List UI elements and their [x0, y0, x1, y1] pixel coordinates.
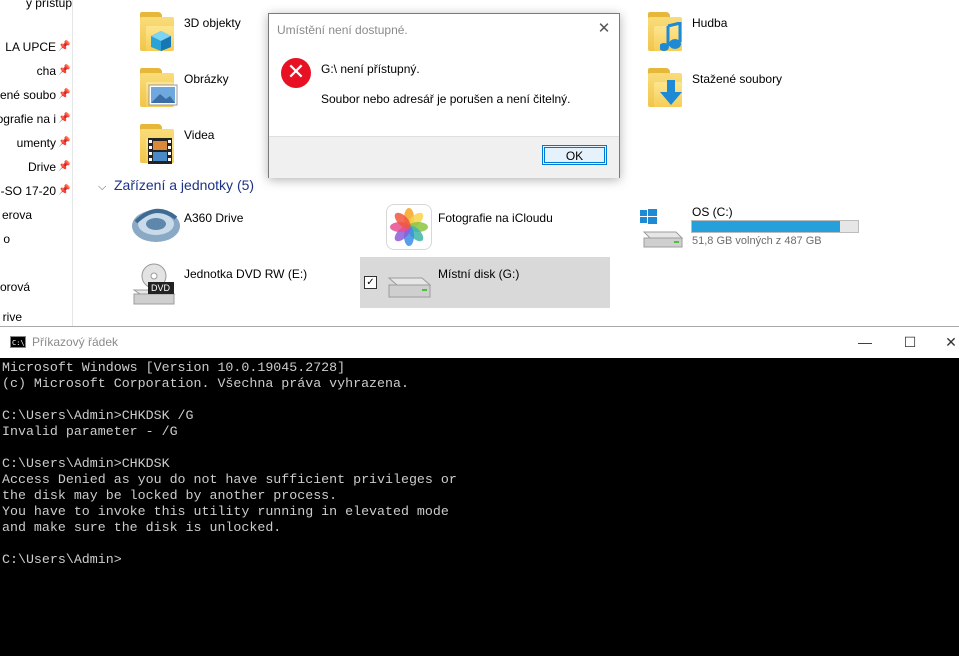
nav-item-label: -SO 17-20 — [0, 184, 56, 198]
nav-item[interactable]: orová — [0, 278, 72, 298]
nav-item-label: ografie na i — [0, 112, 56, 126]
dialog-titlebar[interactable]: Umístění není dostupné. ✕ — [269, 14, 619, 46]
dialog-message-detail: Soubor nebo adresář je porušen a není či… — [321, 92, 571, 106]
maximize-button[interactable]: ☐ — [887, 327, 933, 358]
section-title: Zařízení a jednotky (5) — [114, 177, 255, 193]
selection-checkbox[interactable]: ✓ — [364, 276, 377, 289]
close-button[interactable]: ✕ — [928, 327, 959, 358]
chevron-down-icon: ⌵ — [98, 181, 107, 193]
device-label: Jednotka DVD RW (E:) — [184, 267, 308, 281]
downloads-folder-icon — [646, 68, 690, 108]
icloud-photos-icon — [386, 204, 432, 250]
nav-item-label: o — [3, 232, 10, 246]
3d-objects-folder-icon — [138, 12, 182, 52]
console-output[interactable]: Microsoft Windows [Version 10.0.19045.27… — [2, 360, 957, 654]
dvd-badge: DVD — [151, 283, 171, 293]
drive-usage-fill — [692, 221, 841, 232]
nav-item-label: LA UPCE — [5, 40, 56, 54]
nav-item-label: umenty — [16, 136, 56, 150]
ok-button[interactable]: OK — [542, 145, 607, 165]
local-disk-icon — [387, 277, 432, 298]
device-label: Místní disk (G:) — [438, 267, 520, 281]
nav-item[interactable]: ené soubo 📌 — [0, 86, 72, 106]
console-line: (c) Microsoft Corporation. Všechna práva… — [2, 376, 409, 391]
pin-icon: 📌 — [58, 161, 71, 172]
console-line: You have to invoke this utility running … — [2, 504, 449, 519]
pin-icon: 📌 — [58, 185, 71, 196]
folder-label: Obrázky — [184, 72, 229, 86]
nav-item[interactable]: Drive 📌 — [0, 158, 72, 178]
nav-item-label: erova — [1, 208, 32, 222]
nav-item-label: Drive — [27, 160, 56, 174]
console-line: Access Denied as you do not have suffici… — [2, 472, 457, 487]
console-line: Microsoft Windows [Version 10.0.19045.27… — [2, 360, 346, 375]
nav-item[interactable]: rive — [0, 308, 72, 326]
console-line: C:\Users\Admin>CHKDSK /G — [2, 408, 194, 423]
nav-item[interactable]: erova — [0, 206, 72, 226]
cmd-titlebar[interactable]: C:\ Příkazový řádek — ☐ ✕ — [0, 327, 959, 358]
videos-folder-icon — [138, 124, 182, 164]
nav-item-label: y přístup — [25, 0, 72, 10]
command-prompt-icon: C:\ — [10, 336, 26, 348]
console-line: C:\Users\Admin>CHKDSK — [2, 456, 170, 471]
nav-item[interactable]: -SO 17-20 📌 — [0, 182, 72, 202]
pin-icon: 📌 — [58, 89, 71, 100]
windows-drive-icon — [640, 209, 684, 248]
close-icon[interactable]: ✕ — [595, 20, 613, 38]
error-dialog: Umístění není dostupné. ✕ ✕ G:\ není pří… — [268, 13, 620, 178]
folder-label: Stažené soubory — [692, 72, 783, 86]
nav-item-label: cha — [36, 64, 56, 78]
console-line: Invalid parameter - /G — [2, 424, 178, 439]
minimize-button[interactable]: — — [842, 327, 888, 358]
dialog-message-main: G:\ není přístupný. — [321, 62, 420, 76]
nav-item[interactable]: umenty 📌 — [0, 134, 72, 154]
folder-label: 3D objekty — [184, 16, 241, 30]
nav-item[interactable]: cha 📌 — [0, 62, 72, 82]
console-line: the disk may be locked by another proces… — [2, 488, 338, 503]
folder-label: Videa — [184, 128, 215, 142]
pin-icon: 📌 — [58, 41, 71, 52]
a360-drive-icon — [132, 209, 180, 242]
nav-item[interactable]: LA UPCE 📌 — [0, 38, 72, 58]
nav-item-quick-access[interactable]: y přístup — [0, 0, 72, 14]
cmd-title: Příkazový řádek — [32, 335, 119, 349]
console-line: and make sure the disk is unlocked. — [2, 520, 282, 535]
nav-item[interactable]: o — [0, 230, 72, 250]
device-label: OS (C:) — [692, 205, 733, 219]
music-folder-icon — [646, 12, 690, 52]
command-prompt-window: C:\ Příkazový řádek — ☐ ✕ Microsoft Wind… — [0, 326, 959, 656]
dialog-title: Umístění není dostupné. — [277, 23, 408, 37]
nav-item-label: ené soubo — [0, 88, 56, 102]
nav-item-label: rive — [2, 310, 22, 324]
error-icon: ✕ — [281, 58, 311, 88]
nav-item-label: orová — [0, 280, 30, 294]
pin-icon: 📌 — [58, 113, 71, 124]
drive-usage-bar — [691, 220, 859, 233]
drive-free-space: 51,8 GB volných z 487 GB — [692, 235, 822, 247]
device-label: Fotografie na iCloudu — [438, 211, 553, 225]
pin-icon: 📌 — [58, 65, 71, 76]
navigation-pane: y přístup LA UPCE 📌 cha 📌 ené soubo 📌 og… — [0, 0, 73, 326]
device-label: A360 Drive — [184, 211, 244, 225]
pin-icon: 📌 — [58, 137, 71, 148]
devices-section-header[interactable]: ⌵ Zařízení a jednotky (5) — [98, 177, 254, 194]
nav-item[interactable]: ografie na i 📌 — [0, 110, 72, 130]
pictures-folder-icon — [138, 68, 182, 108]
console-line: C:\Users\Admin> — [2, 552, 122, 567]
folder-label: Hudba — [692, 16, 728, 30]
